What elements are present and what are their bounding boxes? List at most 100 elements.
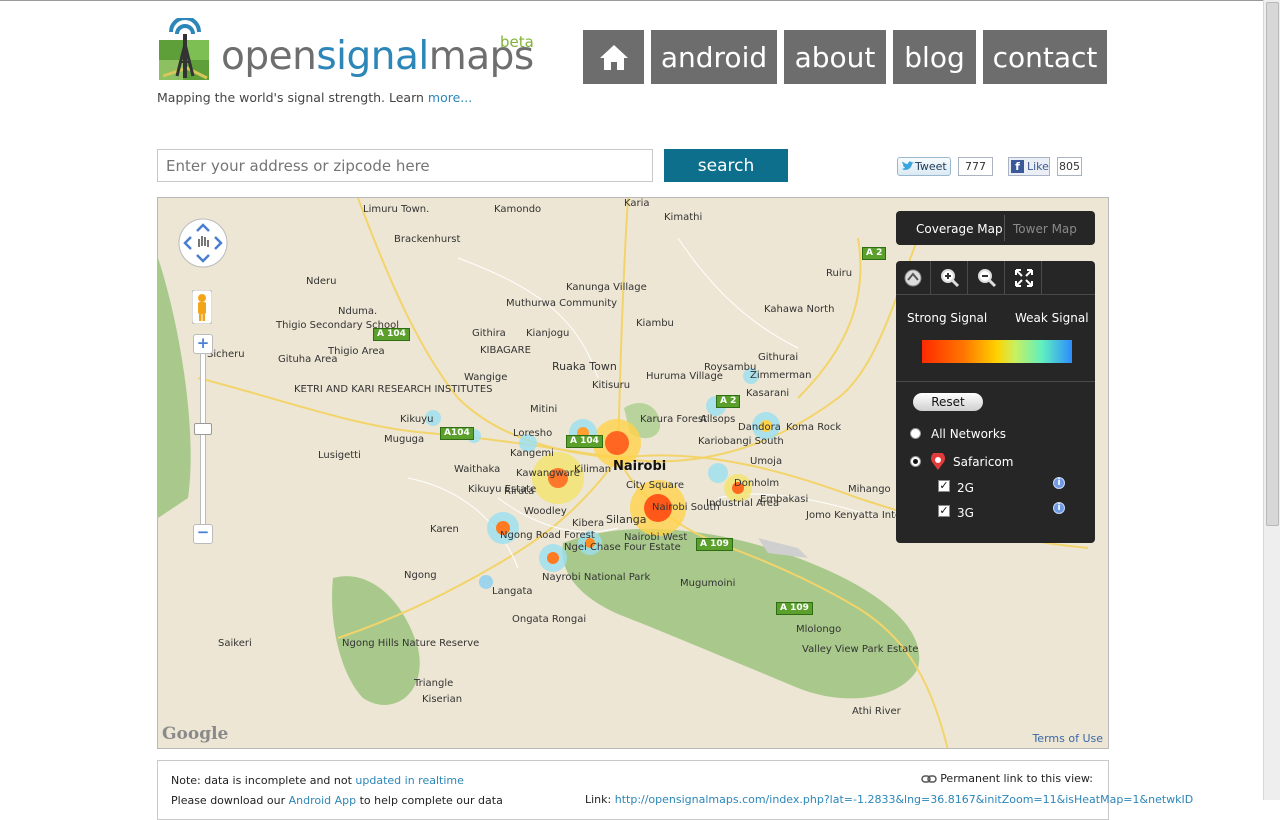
address-search-input[interactable] (157, 149, 653, 182)
search-button[interactable]: search (664, 149, 788, 182)
reset-button[interactable]: Reset (913, 393, 983, 411)
panel-zoom-out-button[interactable] (970, 261, 1005, 294)
fullscreen-button[interactable] (1007, 261, 1042, 294)
road-shield: A 109 (696, 538, 733, 551)
nav-about[interactable]: about (784, 30, 886, 84)
android-app-link[interactable]: Android App (289, 794, 357, 807)
zoom-out-icon (978, 268, 997, 287)
place-label: Githira (472, 328, 506, 339)
safaricom-radio[interactable] (910, 456, 921, 467)
road-shield: A104 (440, 427, 474, 440)
3g-info-icon[interactable]: i (1053, 502, 1065, 514)
place-label: Umoja (750, 456, 783, 467)
place-label: Kiserian (422, 694, 463, 705)
fullscreen-icon (1015, 268, 1033, 287)
terms-of-use-link[interactable]: Terms of Use (1032, 732, 1103, 745)
signal-tower-logo-icon (159, 18, 209, 80)
place-label: Nduma. (338, 306, 378, 317)
chain-link-icon (920, 775, 937, 783)
place-label: Roysambu (704, 362, 757, 373)
signal-coverage-map[interactable]: Limuru Town. Karia Kimathi Kamondo Brack… (157, 197, 1109, 749)
place-label: Kasarani (746, 388, 790, 399)
data-note: Note: data is incomplete and not updated… (171, 774, 464, 787)
2g-label: 2G (957, 481, 974, 495)
brand-name[interactable]: opensignalmaps (221, 34, 534, 79)
panel-divider (896, 294, 1095, 295)
place-label: Mlolongo (796, 624, 842, 635)
place-label: Karen (430, 524, 459, 535)
2g-info-icon[interactable]: i (1053, 477, 1065, 489)
place-label: Nderu (306, 276, 337, 287)
window-border (0, 0, 1280, 1)
2g-checkbox[interactable]: ✓ (938, 480, 950, 492)
google-attribution[interactable]: Google (162, 724, 228, 744)
zoom-slider-handle[interactable] (194, 423, 212, 435)
place-label: Saikeri (218, 638, 252, 649)
tab-tower-map[interactable]: Tower Map (1013, 222, 1077, 236)
place-label: Kariobangi South (698, 436, 784, 447)
place-label: KETRI AND KARI RESEARCH INSTITUTES (294, 384, 493, 395)
tab-divider (1004, 215, 1005, 241)
3g-checkbox[interactable]: ✓ (938, 505, 950, 517)
place-label: KIBAGARE (480, 345, 531, 356)
zoom-slider-track[interactable] (200, 353, 206, 525)
facebook-like-button[interactable]: f Like (1008, 157, 1050, 176)
twitter-bird-icon (902, 161, 914, 170)
road-shield: A 109 (776, 602, 813, 615)
place-label: Wangige (464, 372, 508, 383)
place-label: Woodley (524, 506, 567, 517)
place-label: Mihango (848, 484, 891, 495)
place-label: Ngong (404, 570, 437, 581)
place-label: Langata (492, 586, 533, 597)
site-logo[interactable]: opensignalmaps beta (157, 18, 537, 84)
place-label: Lusigetti (318, 450, 361, 461)
tweet-button[interactable]: Tweet (897, 157, 951, 176)
place-label: Athi River (852, 706, 901, 717)
place-label: Mitini (530, 404, 558, 415)
all-networks-label: All Networks (931, 427, 1007, 441)
nav-contact[interactable]: contact (983, 30, 1107, 84)
place-label: Brackenhurst (394, 234, 461, 245)
place-label: City Square (626, 480, 684, 491)
place-label: Ngei Chase Four Estate (564, 542, 681, 553)
place-label: Karura Forest (640, 414, 708, 425)
collapse-button[interactable] (896, 261, 931, 294)
home-icon (599, 45, 628, 70)
zoom-in-icon (941, 268, 960, 287)
collapse-icon (904, 269, 922, 286)
city-label-nairobi: Nairobi (613, 459, 667, 474)
street-view-pegman-icon[interactable] (192, 290, 212, 324)
nav-home[interactable] (583, 30, 644, 84)
page-scrollbar[interactable] (1263, 0, 1280, 800)
map-footer: Note: data is incomplete and not updated… (157, 760, 1193, 820)
legend-strong-label: Strong Signal (907, 311, 988, 325)
scrollbar-thumb[interactable] (1266, 2, 1279, 526)
nav-blog[interactable]: blog (893, 30, 976, 84)
place-label: Industrial Area (706, 498, 780, 509)
zoom-out-button[interactable]: − (193, 524, 213, 544)
road-shield: A 104 (566, 435, 603, 448)
pan-control[interactable] (177, 217, 229, 269)
legend-weak-label: Weak Signal (1015, 311, 1089, 325)
panel-zoom-in-button[interactable] (933, 261, 968, 294)
place-label: Valley View Park Estate (802, 644, 919, 655)
place-label: Kimathi (664, 212, 703, 223)
all-networks-radio[interactable] (910, 428, 921, 439)
place-label: Kianjogu (526, 328, 570, 339)
place-label: Kawangware (516, 468, 580, 479)
place-label: Kahawa North (764, 304, 835, 315)
realtime-link[interactable]: updated in realtime (355, 774, 463, 787)
place-label: Kamondo (494, 204, 542, 215)
place-label: Ngong Road Forest (500, 530, 595, 541)
nav-android[interactable]: android (651, 30, 777, 84)
download-note: Please download our Android App to help … (171, 794, 503, 807)
learn-more-link[interactable]: more... (428, 90, 472, 105)
signal-color-scale (922, 340, 1072, 363)
place-label: Kibera (572, 518, 605, 529)
like-count: 805 (1057, 157, 1082, 176)
zoom-in-button[interactable]: + (193, 334, 213, 354)
road-shield: A 104 (373, 328, 410, 341)
tab-coverage-map[interactable]: Coverage Map (916, 222, 1003, 236)
permanent-link-label: Permanent link to this view: (920, 772, 1093, 785)
place-label: Kiambu (636, 318, 674, 329)
